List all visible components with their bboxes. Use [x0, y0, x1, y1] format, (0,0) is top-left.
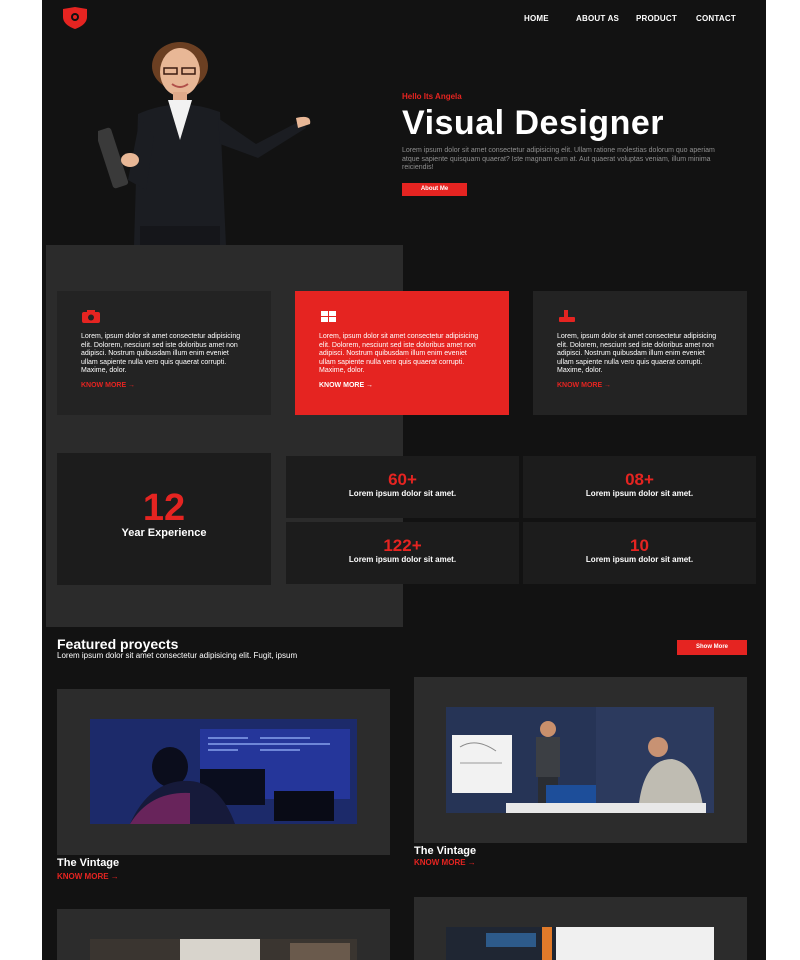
stamp-icon — [559, 310, 575, 322]
window-icon — [321, 311, 336, 322]
stat-value: 122+ — [383, 536, 422, 555]
stat-label: Lorem ipsum dolor sit amet. — [348, 555, 457, 564]
project-image-meeting — [446, 707, 714, 813]
project-name: The Vintage — [414, 845, 477, 857]
service-description: Lorem, ipsum dolor sit amet consectetur … — [319, 333, 479, 375]
hero-description: Lorem ipsum dolor sit amet consectetur a… — [402, 147, 715, 171]
stat-label: Lorem ipsum dolor sit amet. — [585, 489, 694, 498]
nav-product[interactable]: PRODUCT — [636, 14, 677, 23]
hero-kicker: Hello Its Angela — [402, 92, 462, 101]
service-card-3: Lorem, ipsum dolor sit amet consectetur … — [533, 291, 747, 415]
know-more-link[interactable]: KNOW MORE → — [319, 382, 485, 389]
know-more-link[interactable]: KNOW MORE → — [81, 382, 247, 389]
nav-home[interactable]: HOME — [524, 14, 549, 23]
project-image-3 — [90, 939, 357, 960]
service-card-1: Lorem, ipsum dolor sit amet consectetur … — [57, 291, 271, 415]
stat-card-4: 10 Lorem ipsum dolor sit amet. — [523, 522, 756, 584]
service-card-2: Lorem, ipsum dolor sit amet consectetur … — [295, 291, 509, 415]
featured-title: Featured proyects — [57, 636, 179, 652]
service-description: Lorem, ipsum dolor sit amet consectetur … — [557, 333, 717, 375]
know-more-link[interactable]: KNOW MORE → — [57, 872, 119, 881]
project-image-coding — [90, 719, 357, 824]
featured-subtitle: Lorem ipsum dolor sit amet consectetur a… — [57, 651, 298, 660]
stat-value: 10 — [630, 536, 649, 555]
know-more-link[interactable]: KNOW MORE → — [557, 382, 723, 389]
experience-box: 12 Year Experience — [57, 453, 271, 585]
experience-number: 12 — [142, 487, 186, 529]
nav-contact[interactable]: CONTACT — [696, 14, 736, 23]
project-image-4 — [446, 927, 714, 960]
know-more-link[interactable]: KNOW MORE → — [414, 858, 476, 867]
stat-card-1: 60+ Lorem ipsum dolor sit amet. — [286, 456, 519, 518]
hero-text-block: Hello Its Angela Visual Designer Lorem i… — [402, 92, 742, 196]
hero-title: Visual Designer — [402, 104, 664, 142]
stat-value: 60+ — [388, 470, 417, 489]
service-description: Lorem, ipsum dolor sit amet consectetur … — [81, 333, 241, 375]
landing-page: HOME ABOUT AS PRODUCT CONTACT Hello Its … — [42, 0, 766, 960]
experience-label: Year Experience — [121, 527, 207, 539]
stat-card-2: 08+ Lorem ipsum dolor sit amet. — [523, 456, 756, 518]
camera-icon — [82, 310, 100, 323]
stat-value: 08+ — [625, 470, 654, 489]
nav-about[interactable]: ABOUT AS — [576, 14, 619, 23]
shield-logo-icon[interactable] — [60, 6, 90, 30]
show-more-button[interactable]: Show More — [677, 640, 747, 655]
stat-label: Lorem ipsum dolor sit amet. — [585, 555, 694, 564]
project-name: The Vintage — [57, 857, 120, 869]
stat-label: Lorem ipsum dolor sit amet. — [348, 489, 457, 498]
hero-portrait-image — [98, 42, 311, 246]
about-me-button[interactable]: About Me — [402, 182, 467, 196]
stat-card-3: 122+ Lorem ipsum dolor sit amet. — [286, 522, 519, 584]
